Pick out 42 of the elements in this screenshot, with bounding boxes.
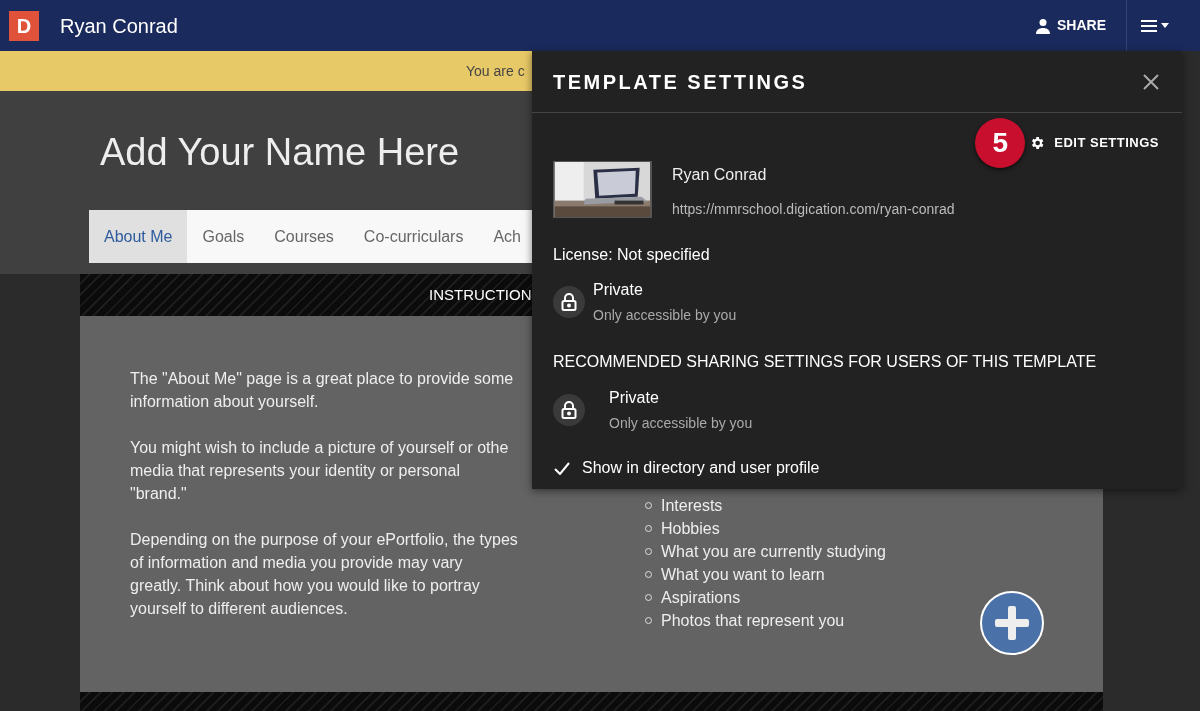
page-owner-name: Ryan Conrad <box>60 13 178 39</box>
paragraph: You might wish to include a picture of yourself or othe media that represents your identity or personal "brand." <box>130 438 509 504</box>
edit-settings-button[interactable]: EDIT SETTINGS <box>1029 133 1159 153</box>
list-item: Interests <box>661 495 723 516</box>
directory-option-label: Show in directory and user profile <box>582 458 820 478</box>
instructions-title: INSTRUCTION <box>429 284 532 305</box>
list-item: Photos that represent you <box>661 610 845 631</box>
page-title: Add Your Name Here <box>100 130 460 175</box>
list-item: Hobbies <box>661 518 720 539</box>
owner-name: Ryan Conrad <box>672 165 768 185</box>
list-item: What you want to learn <box>661 564 825 585</box>
nav-tab[interactable]: About Me <box>89 210 188 263</box>
nav-tab[interactable]: Goals <box>187 210 260 263</box>
check-icon <box>553 461 570 475</box>
license-text: License: Not specified <box>552 245 711 265</box>
person-icon <box>1035 17 1051 34</box>
nav-tab[interactable]: Ach <box>478 210 532 263</box>
menu-icon <box>1140 19 1157 32</box>
notice-text: You are c <box>466 61 525 81</box>
privacy-label: Private <box>593 280 644 300</box>
step-badge: 5 <box>975 118 1026 168</box>
logo[interactable]: D <box>9 10 39 41</box>
close-icon <box>1143 73 1159 90</box>
paragraph: The "About Me" page is a great place to provide some information about yourself. <box>130 369 514 412</box>
plus-icon <box>995 606 1029 640</box>
recommended-heading: RECOMMENDED SHARING SETTINGS FOR USERS OF THIS TEMPLATE <box>552 352 1098 372</box>
privacy-description: Only accessible by you <box>609 414 753 433</box>
privacy-label: Private <box>609 388 660 408</box>
lock-icon <box>553 394 585 426</box>
share-button[interactable]: SHARE <box>1015 0 1126 51</box>
portfolio-url: https://mmrschool.digication.com/ryan-conrad <box>672 200 955 219</box>
nav-tab[interactable]: Co-curriculars <box>348 210 479 263</box>
close-button[interactable] <box>1141 71 1161 92</box>
nav-tab[interactable]: Courses <box>259 210 349 263</box>
list-item: Aspirations <box>661 587 741 608</box>
panel-title: TEMPLATE SETTINGS <box>553 69 808 95</box>
paragraph: Depending on the purpose of your ePortfolio, the types of information and media you provide may vary greatly. Think about how you would like to portray yourself to different audiences. <box>130 530 518 619</box>
list-item: What you are currently studying <box>661 541 886 562</box>
lock-icon <box>553 286 585 318</box>
gear-icon <box>1029 135 1046 151</box>
caret-icon <box>1160 23 1169 28</box>
privacy-description: Only accessible by you <box>593 306 737 325</box>
